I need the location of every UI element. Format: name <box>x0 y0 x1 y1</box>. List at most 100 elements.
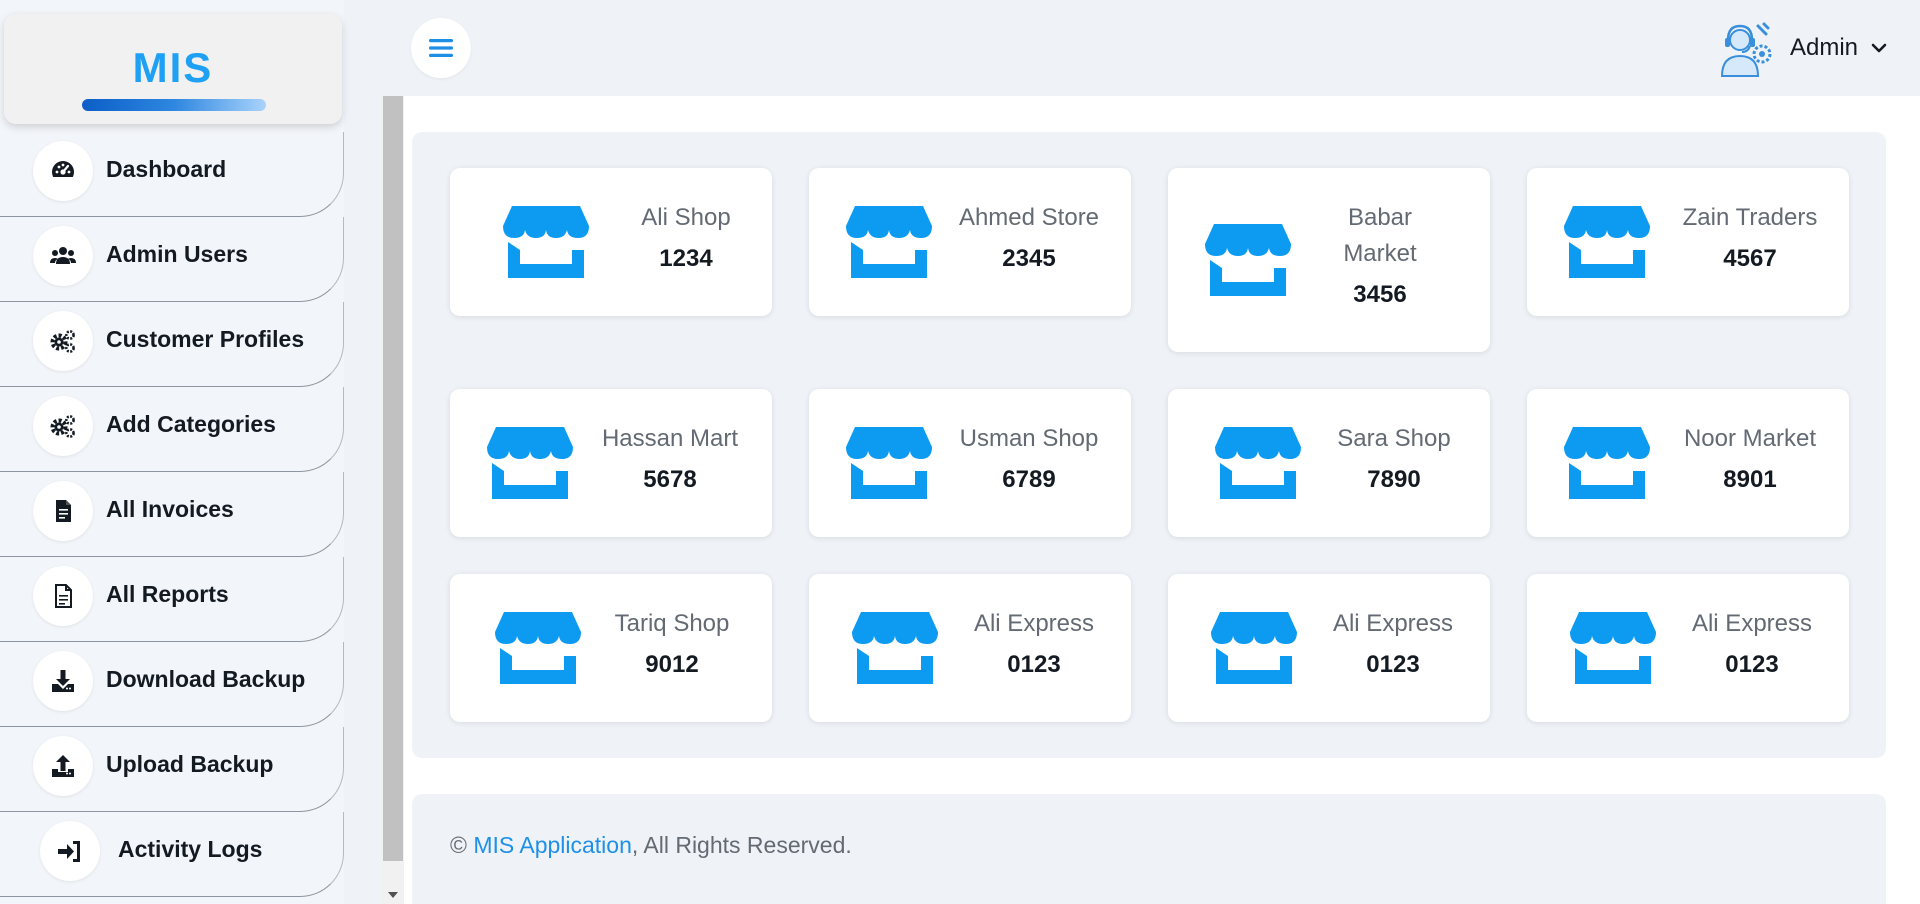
shop-card-text: Babar Market 3456 <box>1328 200 1432 314</box>
scrollbar-thumb[interactable] <box>383 96 403 861</box>
shop-card[interactable]: Noor Market 8901 <box>1527 389 1849 537</box>
footer: © MIS Application, All Rights Reserved. <box>412 794 1886 904</box>
store-icon <box>486 425 574 501</box>
footer-suffix: , All Rights Reserved. <box>631 832 852 858</box>
shop-card[interactable]: Ali Express 0123 <box>1527 574 1849 722</box>
sidebar-item-label: Download Backup <box>106 666 306 692</box>
store-icon <box>1569 610 1657 686</box>
shop-count: 8901 <box>1723 466 1777 493</box>
shop-card[interactable]: Usman Shop 6789 <box>809 389 1131 537</box>
store-icon <box>1563 425 1651 501</box>
sidebar-item-admin-users[interactable]: Admin Users <box>0 217 344 302</box>
store-icon <box>1563 204 1651 280</box>
sidebar-item-label: Upload Backup <box>106 751 274 777</box>
sidebar-item-add-categories[interactable]: Add Categories <box>0 387 344 472</box>
upload-icon <box>33 736 93 796</box>
shop-count: 2345 <box>1002 245 1056 272</box>
sidebar-item-all-reports[interactable]: All Reports <box>0 557 344 642</box>
sidebar-item-all-invoices[interactable]: All Invoices <box>0 472 344 557</box>
shop-name: Ali Express <box>1332 610 1454 637</box>
shop-name: Hassan Mart <box>601 425 739 452</box>
shop-count: 9012 <box>645 651 699 678</box>
sidebar-menu: Dashboard Admin Users Customer Profiles … <box>0 132 344 897</box>
store-icon <box>845 204 933 280</box>
store-icon <box>851 610 939 686</box>
shop-card[interactable]: Zain Traders 4567 <box>1527 168 1849 316</box>
shop-count: 0123 <box>1725 651 1779 678</box>
shop-card[interactable]: Ali Shop 1234 <box>450 168 772 316</box>
footer-app-link[interactable]: MIS Application <box>473 832 632 858</box>
store-icon <box>494 610 582 686</box>
store-icon <box>845 425 933 501</box>
shop-count: 7890 <box>1367 466 1421 493</box>
users-icon <box>33 226 93 286</box>
sidebar-scrollbar[interactable] <box>382 96 404 904</box>
sign-in-icon <box>40 821 100 881</box>
shop-card-text: Hassan Mart 5678 <box>590 421 750 499</box>
shop-name: Ahmed Store <box>958 204 1100 231</box>
sidebar-item-label: Activity Logs <box>118 836 263 862</box>
shop-card-text: Ali Express 0123 <box>1318 606 1468 684</box>
shop-name: Sara Shop <box>1337 425 1451 452</box>
shop-card-text: Ali Express 0123 <box>959 606 1109 684</box>
sidebar-item-customer-profiles[interactable]: Customer Profiles <box>0 302 344 387</box>
shop-card[interactable]: Sara Shop 7890 <box>1168 389 1490 537</box>
shop-card[interactable]: Ahmed Store 2345 <box>809 168 1131 316</box>
shop-count: 4567 <box>1723 245 1777 272</box>
logo-text: MIS <box>132 44 214 91</box>
cogs-icon <box>33 396 93 456</box>
store-icon <box>502 204 590 280</box>
sidebar-item-dashboard[interactable]: Dashboard <box>0 132 344 217</box>
shop-name: Usman Shop <box>959 425 1099 452</box>
download-icon <box>33 651 93 711</box>
sidebar-item-upload-backup[interactable]: Upload Backup <box>0 727 344 812</box>
shop-card[interactable]: Ali Express 0123 <box>809 574 1131 722</box>
main-content: Ali Shop 1234 Ahmed Store 2345 Babar Mar… <box>404 96 1920 904</box>
gauge-icon <box>33 141 93 201</box>
invoice-icon <box>33 481 93 541</box>
shop-card[interactable]: Hassan Mart 5678 <box>450 389 772 537</box>
shop-name: Tariq Shop <box>614 610 730 637</box>
sidebar-item-label: Admin Users <box>106 241 248 267</box>
shop-card[interactable]: Babar Market 3456 <box>1168 168 1490 352</box>
shop-card-text: Ahmed Store 2345 <box>949 200 1109 278</box>
store-icon <box>1210 610 1298 686</box>
user-menu[interactable]: Admin <box>1714 18 1888 78</box>
logo-underline <box>82 99 266 111</box>
footer-prefix: © <box>450 832 474 858</box>
shop-card[interactable]: Tariq Shop 9012 <box>450 574 772 722</box>
report-icon <box>33 566 93 626</box>
shop-card-text: Zain Traders 4567 <box>1667 200 1833 278</box>
sidebar-item-label: All Reports <box>106 581 229 607</box>
shop-name: Ali Shop <box>641 204 731 231</box>
shop-card-text: Tariq Shop 9012 <box>602 606 742 684</box>
hamburger-menu-button[interactable] <box>411 18 471 78</box>
shop-count: 1234 <box>659 245 713 272</box>
store-icon <box>1204 222 1292 298</box>
shop-name: Noor Market <box>1683 425 1817 452</box>
shop-name: Zain Traders <box>1682 204 1818 231</box>
shop-count: 5678 <box>643 466 697 493</box>
hamburger-icon <box>429 39 453 57</box>
shop-card-text: Noor Market 8901 <box>1667 421 1833 499</box>
sidebar-item-activity-logs[interactable]: Activity Logs <box>0 812 344 897</box>
shop-card-text: Sara Shop 7890 <box>1324 421 1464 499</box>
shop-card-text: Ali Express 0123 <box>1677 606 1827 684</box>
shop-card-text: Usman Shop 6789 <box>949 421 1109 499</box>
shop-count: 3456 <box>1353 281 1407 308</box>
shop-cards-panel: Ali Shop 1234 Ahmed Store 2345 Babar Mar… <box>412 132 1886 758</box>
shop-count: 6789 <box>1002 466 1056 493</box>
shop-card[interactable]: Ali Express 0123 <box>1168 574 1490 722</box>
shop-card-text: Ali Shop 1234 <box>624 200 748 278</box>
sidebar-item-label: Customer Profiles <box>106 326 305 352</box>
logo[interactable]: MIS <box>4 14 342 124</box>
shop-count: 0123 <box>1366 651 1420 678</box>
sidebar-item-download-backup[interactable]: Download Backup <box>0 642 344 727</box>
user-name: Admin <box>1789 34 1858 61</box>
footer-copyright: © MIS Application, All Rights Reserved. <box>450 832 852 859</box>
shop-name: Ali Express <box>1691 610 1813 637</box>
sidebar: MIS Dashboard Admin Users Customer Profi… <box>0 0 344 904</box>
chevron-down-icon[interactable] <box>1870 39 1888 57</box>
scroll-down-arrow-icon[interactable] <box>388 892 398 898</box>
shop-name: Babar Market <box>1343 204 1417 267</box>
